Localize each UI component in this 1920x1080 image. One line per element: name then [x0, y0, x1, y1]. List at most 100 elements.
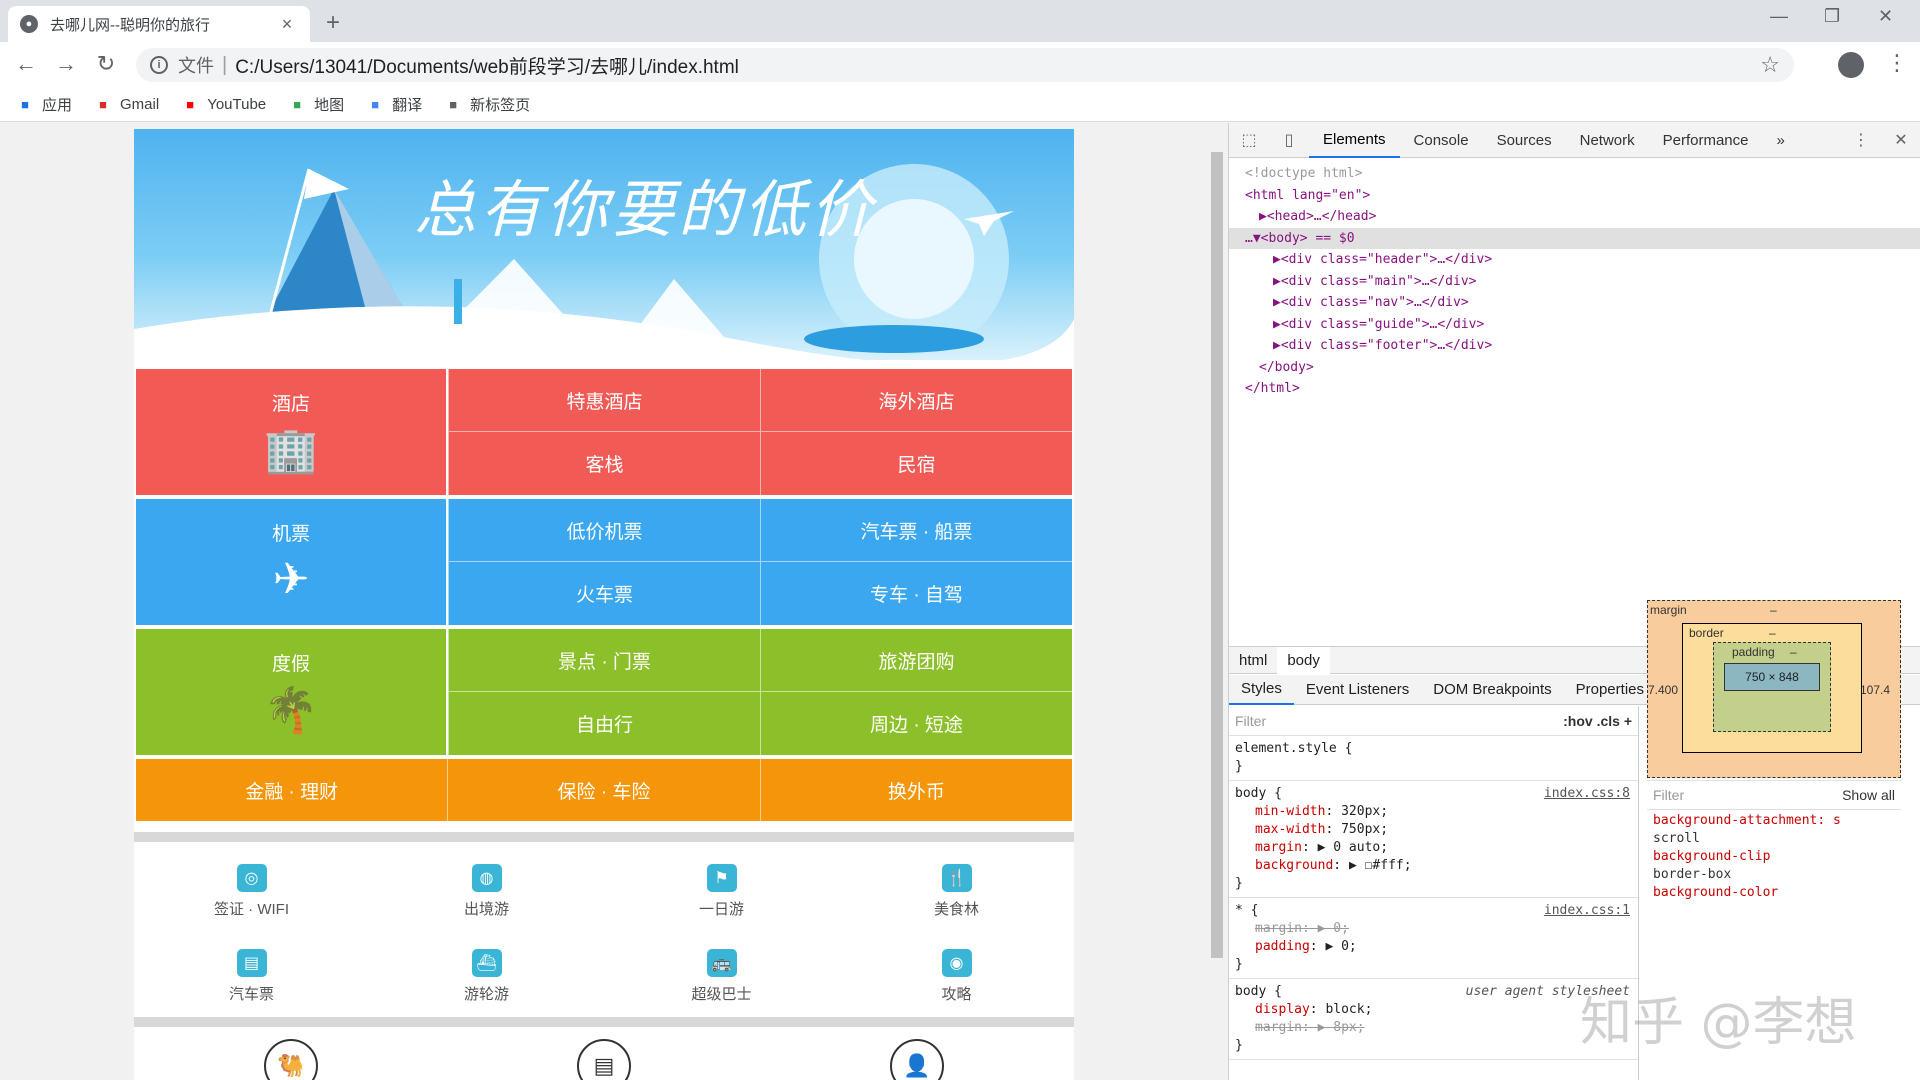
maximize-button[interactable]: ❐ — [1824, 6, 1840, 27]
dom-node[interactable]: ▶<div class="footer">…</div> — [1229, 335, 1920, 357]
dom-node[interactable]: ▶<div class="guide">…</div> — [1229, 314, 1920, 336]
bookmark-item[interactable]: ■ 新标签页 — [444, 94, 530, 115]
css-property[interactable]: padding: ▶ 0; — [1235, 938, 1632, 956]
service-link[interactable]: 民宿 — [760, 432, 1072, 495]
scrollbar-thumb[interactable] — [1211, 152, 1223, 958]
nav-item[interactable]: ▤ 汽车票 — [134, 934, 369, 1019]
css-property[interactable]: max-width: 750px; — [1235, 821, 1632, 839]
computed-item[interactable]: background-clip — [1653, 848, 1895, 866]
computed-filter[interactable]: Filter Show all — [1647, 780, 1901, 810]
devtools-tab[interactable]: » — [1763, 123, 1799, 158]
breadcrumb-item[interactable]: body — [1277, 646, 1330, 674]
styles-subtab[interactable]: Styles — [1229, 675, 1294, 705]
bookmark-item[interactable]: ■ 翻译 — [366, 94, 422, 115]
dom-node[interactable]: </body> — [1229, 357, 1920, 379]
nav-item[interactable]: ⛴ 游轮游 — [369, 934, 604, 1019]
finance-link[interactable]: 金融 · 理财 — [136, 759, 447, 821]
new-tab-button[interactable]: + — [326, 9, 340, 37]
url-text[interactable]: C:/Users/13041/Documents/web前段学习/去哪儿/ind… — [235, 52, 1760, 79]
styles-filter-input[interactable]: Filter — [1235, 712, 1266, 730]
service-link[interactable]: 自由行 — [448, 692, 760, 755]
breadcrumb-item[interactable]: html — [1229, 652, 1277, 669]
computed-item[interactable]: background-attachment: s — [1653, 812, 1895, 830]
css-source-link[interactable]: index.css:8 — [1544, 785, 1630, 803]
service-link[interactable]: 周边 · 短途 — [760, 692, 1072, 755]
camel-icon[interactable]: 🐫 — [264, 1039, 318, 1080]
bookmark-item[interactable]: ■ Gmail — [94, 96, 159, 114]
device-toggle-icon[interactable]: ▯ — [1269, 130, 1309, 150]
styles-subtab[interactable]: Properties — [1564, 675, 1656, 705]
devtools-tab[interactable]: Sources — [1483, 123, 1566, 158]
close-window-button[interactable]: ✕ — [1878, 6, 1893, 27]
devtools-tab[interactable]: Performance — [1649, 123, 1763, 158]
styles-subtab[interactable]: Event Listeners — [1294, 675, 1421, 705]
css-property[interactable]: min-width: 320px; — [1235, 803, 1632, 821]
service-link[interactable]: 专车 · 自驾 — [760, 562, 1072, 625]
styles-subtab[interactable]: DOM Breakpoints — [1421, 675, 1563, 705]
service-link[interactable]: 汽车票 · 船票 — [760, 499, 1072, 562]
service-link[interactable]: 海外酒店 — [760, 369, 1072, 432]
dom-node[interactable]: ▶<div class="main">…</div> — [1229, 271, 1920, 293]
finance-link[interactable]: 保险 · 车险 — [447, 759, 759, 821]
devtools-tab[interactable]: Network — [1566, 123, 1649, 158]
nav-item[interactable]: 🍴 美食林 — [839, 849, 1074, 934]
css-property[interactable]: margin: ▶ 0 auto; — [1235, 839, 1632, 857]
dom-node[interactable]: ▶<div class="nav">…</div> — [1229, 292, 1920, 314]
dom-node[interactable]: <!doctype html> — [1229, 163, 1920, 185]
nav-item[interactable]: ◉ 攻略 — [839, 934, 1074, 1019]
dom-node[interactable]: ▶<div class="header">…</div> — [1229, 249, 1920, 271]
browser-tab[interactable]: ● 去哪儿网--聪明你的旅行 × — [8, 6, 310, 42]
back-arrow-icon[interactable]: ← — [12, 51, 40, 77]
document-icon[interactable]: ▤ — [577, 1039, 631, 1080]
kebab-menu-icon[interactable]: ⋮ — [1841, 130, 1881, 150]
service-link[interactable]: 特惠酒店 — [448, 369, 760, 432]
nav-item[interactable]: ⚑ 一日游 — [604, 849, 839, 934]
service-link[interactable]: 低价机票 — [448, 499, 760, 562]
finance-link[interactable]: 换外币 — [759, 759, 1072, 821]
close-devtools-icon[interactable]: ✕ — [1881, 130, 1920, 150]
dom-node[interactable]: …▼<body> == $0 — [1229, 227, 1920, 249]
devtools-tab[interactable]: Console — [1400, 123, 1483, 158]
css-property[interactable]: display: block; — [1235, 1001, 1632, 1019]
info-icon[interactable]: i — [150, 56, 168, 74]
computed-item[interactable]: border-box — [1653, 866, 1895, 884]
service-link[interactable]: 旅游团购 — [760, 629, 1072, 692]
bookmark-item[interactable]: ■ YouTube — [181, 96, 266, 114]
nav-item[interactable]: 🚌 超级巴士 — [604, 934, 839, 1019]
computed-filter-input[interactable]: Filter — [1653, 787, 1684, 803]
service-link[interactable]: 火车票 — [448, 562, 760, 625]
service-link[interactable]: 景点 · 门票 — [448, 629, 760, 692]
menu-dots-icon[interactable]: ⋮ — [1886, 50, 1908, 76]
styles-filter[interactable]: Filter :hov .cls + — [1229, 706, 1638, 736]
css-property[interactable]: margin: ▶ 8px; — [1235, 1019, 1632, 1037]
nav-item[interactable]: ◍ 出境游 — [369, 849, 604, 934]
service-main-button[interactable]: 机票 ✈ — [136, 499, 448, 625]
devtools-tab[interactable]: Elements — [1309, 123, 1400, 158]
service-main-button[interactable]: 度假 🌴 — [136, 629, 448, 755]
user-icon[interactable]: 👤 — [890, 1039, 944, 1080]
computed-item[interactable]: scroll — [1653, 830, 1895, 848]
star-icon[interactable]: ☆ — [1760, 52, 1780, 78]
hov-cls-buttons[interactable]: :hov .cls + — [1563, 712, 1632, 730]
minimize-button[interactable]: — — [1770, 6, 1788, 27]
forward-arrow-icon[interactable]: → — [52, 51, 80, 77]
bookmark-item[interactable]: ■ 地图 — [288, 94, 344, 115]
reload-icon[interactable]: ↻ — [92, 51, 120, 77]
computed-item[interactable]: background-color — [1653, 884, 1895, 902]
close-tab-icon[interactable]: × — [276, 14, 298, 35]
bookmark-item[interactable]: ■ 应用 — [16, 94, 72, 115]
address-bar[interactable]: i 文件 | C:/Users/13041/Documents/web前段学习/… — [136, 48, 1794, 82]
profile-avatar[interactable] — [1838, 52, 1864, 78]
css-source-link[interactable]: index.css:1 — [1544, 902, 1630, 920]
service-link[interactable]: 客栈 — [448, 432, 760, 495]
service-main-button[interactable]: 酒店 🏢 — [136, 369, 448, 495]
css-property[interactable]: background: ▶ ☐#fff; — [1235, 857, 1632, 875]
show-all-checkbox[interactable]: Show all — [1842, 787, 1895, 803]
css-property[interactable]: margin: ▶ 0; — [1235, 920, 1632, 938]
page-scrollbar[interactable] — [1210, 136, 1224, 1080]
dom-node[interactable]: <html lang="en"> — [1229, 185, 1920, 207]
dom-node[interactable]: </html> — [1229, 378, 1920, 400]
inspect-icon[interactable]: ⬚ — [1229, 130, 1269, 150]
dom-node[interactable]: ▶<head>…</head> — [1229, 206, 1920, 228]
nav-item[interactable]: ◎ 签证 · WIFI — [134, 849, 369, 934]
